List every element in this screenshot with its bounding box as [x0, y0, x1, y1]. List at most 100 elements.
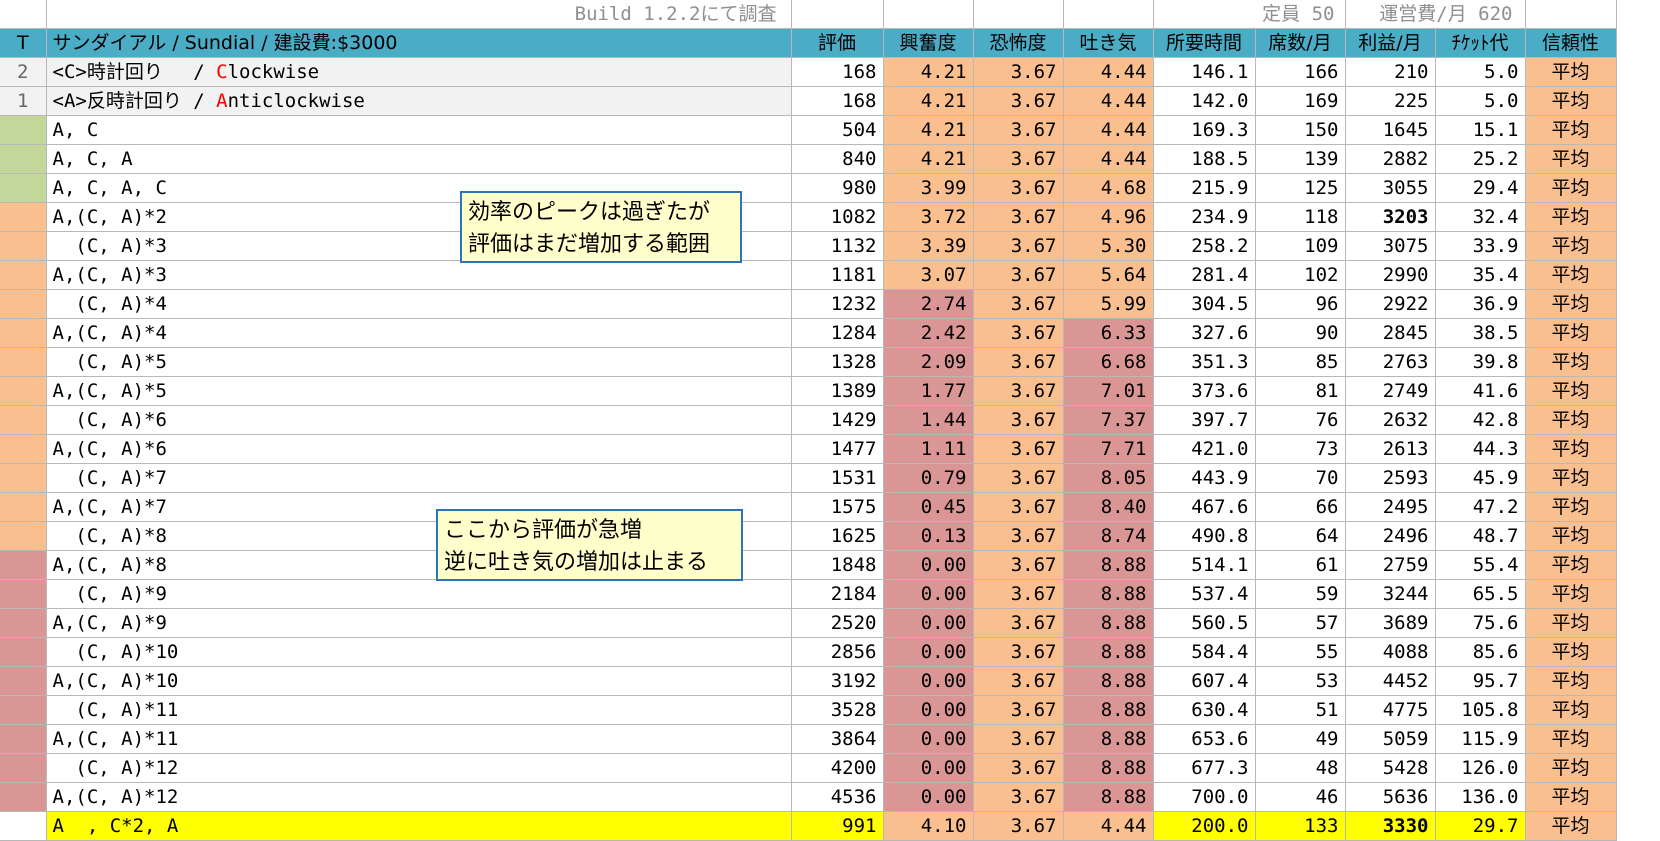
profit-cell: 5428: [1345, 753, 1436, 783]
table-row: A,(C, A)*5 1389 1.77 3.67 7.01 373.6 81 2749 41.…: [0, 376, 1617, 406]
layout-name-cell: A, C: [46, 115, 792, 145]
excitement-cell: 0.00: [883, 637, 974, 667]
nausea-cell: 7.37: [1063, 405, 1154, 435]
excitement-cell: 3.72: [883, 202, 974, 232]
nausea-cell: 4.44: [1063, 115, 1154, 145]
rating-cell: 1328: [791, 347, 884, 377]
ticket-cell: 15.1: [1435, 115, 1526, 145]
excitement-cell: 1.44: [883, 405, 974, 435]
profit-cell: 5059: [1345, 724, 1436, 754]
time-cell: 630.4: [1153, 695, 1256, 725]
fear-cell: 3.67: [973, 753, 1064, 783]
nausea-cell: 4.44: [1063, 144, 1154, 174]
nausea-cell: 4.44: [1063, 811, 1154, 841]
tier-cell: 2: [0, 57, 47, 87]
layout-name-cell: A, C, A: [46, 144, 792, 174]
time-cell: 215.9: [1153, 173, 1256, 203]
fear-cell: 3.67: [973, 260, 1064, 290]
rating-cell: 3192: [791, 666, 884, 696]
table-row: A, C 504 4.21 3.67 4.44 169.3 150 1645 15.1 平均: [0, 115, 1617, 145]
rating-cell: 2856: [791, 637, 884, 667]
ticket-cell: 39.8: [1435, 347, 1526, 377]
tier-cell: [0, 173, 47, 203]
table-row: 1 <A>反時計回り / Anticlockwise 168 4.21 3.67 4.44…: [0, 86, 1617, 116]
time-cell: 258.2: [1153, 231, 1256, 261]
rating-cell: 1477: [791, 434, 884, 464]
reliability-cell: 平均: [1525, 318, 1617, 348]
fear-cell: 3.67: [973, 115, 1064, 145]
tier-cell: [0, 347, 47, 377]
table-row: (C, A)*8 1625 0.13 3.67 8.74 490.8 64 2496 48.7 平…: [0, 521, 1617, 551]
profit-cell: 5636: [1345, 782, 1436, 812]
layout-name-cell: A,(C, A)*5: [46, 376, 792, 406]
fear-cell: 3.67: [973, 463, 1064, 493]
table-row: (C, A)*11 3528 0.00 3.67 8.88 630.4 51 4775 105.…: [0, 695, 1617, 725]
ticket-cell: 25.2: [1435, 144, 1526, 174]
name-part: lockwise: [227, 61, 320, 83]
rating-cell: 1181: [791, 260, 884, 290]
col-header-t: T: [0, 28, 47, 58]
col-header-seats: 席数/月: [1255, 28, 1346, 58]
excitement-cell: 0.13: [883, 521, 974, 551]
seats-cell: 85: [1255, 347, 1346, 377]
seats-cell: 57: [1255, 608, 1346, 638]
rating-cell: 4536: [791, 782, 884, 812]
time-cell: 397.7: [1153, 405, 1256, 435]
layout-name-cell: (C, A)*5: [46, 347, 792, 377]
surge-note-line2: 逆に吐き気の増加は止まる: [444, 550, 709, 575]
seats-cell: 150: [1255, 115, 1346, 145]
peak-note-line2: 評価はまだ増加する範囲: [468, 232, 711, 257]
tier-cell: [0, 115, 47, 145]
col-header-nausea: 吐き気: [1063, 28, 1154, 58]
profit-cell: 2845: [1345, 318, 1436, 348]
reliability-cell: 平均: [1525, 666, 1617, 696]
peak-efficiency-note: 効率のピークは過ぎたが 評価はまだ増加する範囲: [460, 191, 742, 263]
seats-cell: 49: [1255, 724, 1346, 754]
excitement-cell: 3.39: [883, 231, 974, 261]
ticket-cell: 5.0: [1435, 86, 1526, 116]
tier-cell: [0, 695, 47, 725]
profit-cell: 3330: [1345, 811, 1436, 841]
seats-cell: 76: [1255, 405, 1346, 435]
fear-cell: 3.67: [973, 144, 1064, 174]
ticket-cell: 136.0: [1435, 782, 1526, 812]
ticket-cell: 29.7: [1435, 811, 1526, 841]
table-row: A,(C, A)*3 1181 3.07 3.67 5.64 281.4 102 2990 35…: [0, 260, 1617, 290]
profit-cell: 2759: [1345, 550, 1436, 580]
table-row: (C, A)*6 1429 1.44 3.67 7.37 397.7 76 2632 42.8 平…: [0, 405, 1617, 435]
tier-cell: [0, 550, 47, 580]
table-row: (C, A)*9 2184 0.00 3.67 8.88 537.4 59 3244 65.5 平…: [0, 579, 1617, 609]
reliability-cell: 平均: [1525, 347, 1617, 377]
col-header-fear: 恐怖度: [973, 28, 1064, 58]
tier-cell: [0, 144, 47, 174]
nausea-cell: 8.88: [1063, 637, 1154, 667]
name-part: <C>時計回り /: [52, 61, 217, 83]
excitement-cell: 2.74: [883, 289, 974, 319]
profit-cell: 2632: [1345, 405, 1436, 435]
seats-cell: 59: [1255, 579, 1346, 609]
ticket-cell: 42.8: [1435, 405, 1526, 435]
excitement-cell: 2.42: [883, 318, 974, 348]
rating-cell: 840: [791, 144, 884, 174]
profit-cell: 1645: [1345, 115, 1436, 145]
excitement-cell: 4.21: [883, 86, 974, 116]
ticket-cell: 38.5: [1435, 318, 1526, 348]
time-cell: 234.9: [1153, 202, 1256, 232]
profit-cell: 2763: [1345, 347, 1436, 377]
reliability-cell: 平均: [1525, 550, 1617, 580]
time-cell: 146.1: [1153, 57, 1256, 87]
nausea-cell: 4.44: [1063, 86, 1154, 116]
profit-cell: 2749: [1345, 376, 1436, 406]
table-row: A,(C, A)*9 2520 0.00 3.67 8.88 560.5 57 3689 75.…: [0, 608, 1617, 638]
excitement-cell: 1.11: [883, 434, 974, 464]
tier-cell: [0, 724, 47, 754]
seats-cell: 125: [1255, 173, 1346, 203]
time-cell: 560.5: [1153, 608, 1256, 638]
rating-cell: 1848: [791, 550, 884, 580]
excitement-cell: 4.10: [883, 811, 974, 841]
reliability-cell: 平均: [1525, 231, 1617, 261]
nausea-cell: 8.74: [1063, 521, 1154, 551]
rating-cell: 1429: [791, 405, 884, 435]
nausea-cell: 8.88: [1063, 695, 1154, 725]
reliability-cell: 平均: [1525, 753, 1617, 783]
